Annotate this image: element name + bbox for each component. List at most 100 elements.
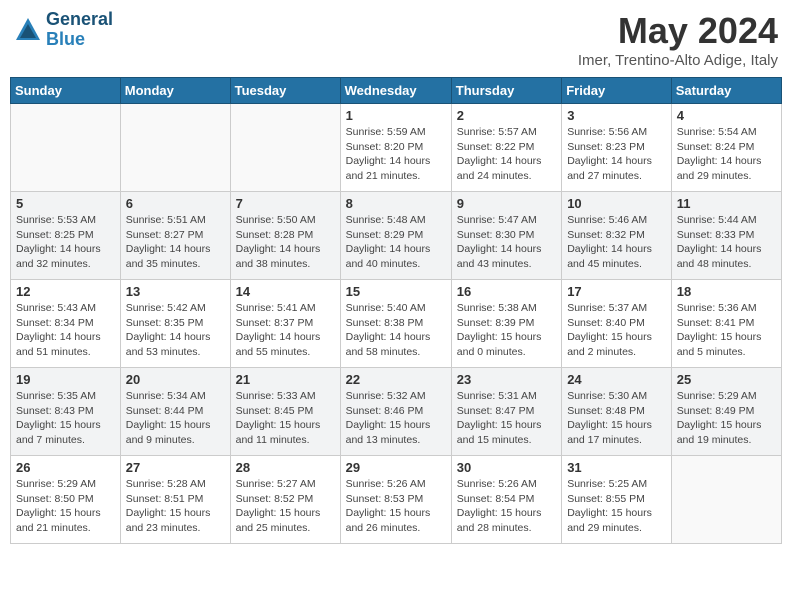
day-info: Sunrise: 5:27 AM Sunset: 8:52 PM Dayligh… [236,477,335,536]
calendar-cell: 8 Sunrise: 5:48 AM Sunset: 8:29 PM Daylig… [340,192,451,280]
day-info: Sunrise: 5:50 AM Sunset: 8:28 PM Dayligh… [236,213,335,272]
page-header: General Blue May 2024 Imer, Trentino-Alt… [10,10,782,69]
day-info: Sunrise: 5:48 AM Sunset: 8:29 PM Dayligh… [346,213,446,272]
calendar-cell: 12 Sunrise: 5:43 AM Sunset: 8:34 PM Dayli… [11,280,121,368]
day-info: Sunrise: 5:35 AM Sunset: 8:43 PM Dayligh… [16,389,115,448]
calendar-cell [11,104,121,192]
week-row-4: 19 Sunrise: 5:35 AM Sunset: 8:43 PM Dayli… [11,368,782,456]
day-number: 13 [126,284,225,299]
calendar-cell: 24Sunrise: 5:30 AM Sunset: 8:48 PM Dayli… [562,368,672,456]
month-title: May 2024 [578,10,778,52]
calendar-cell: 18 Sunrise: 5:36 AM Sunset: 8:41 PM Dayli… [671,280,781,368]
day-number: 8 [346,196,446,211]
calendar-cell: 25 Sunrise: 5:29 AM Sunset: 8:49 PM Dayli… [671,368,781,456]
day-info: Sunrise: 5:29 AM Sunset: 8:49 PM Dayligh… [677,389,776,448]
day-number: 2 [457,108,556,123]
calendar-cell: 13Sunrise: 5:42 AM Sunset: 8:35 PM Dayli… [120,280,230,368]
day-info: Sunrise: 5:30 AM Sunset: 8:48 PM Dayligh… [567,389,666,448]
calendar-cell: 11 Sunrise: 5:44 AM Sunset: 8:33 PM Dayli… [671,192,781,280]
day-number: 30 [457,460,556,475]
weekday-header-monday: Monday [120,78,230,104]
day-info: Sunrise: 5:43 AM Sunset: 8:34 PM Dayligh… [16,301,115,360]
calendar-cell: 20 Sunrise: 5:34 AM Sunset: 8:44 PM Dayli… [120,368,230,456]
day-number: 5 [16,196,115,211]
day-number: 31 [567,460,666,475]
day-number: 20 [126,372,225,387]
calendar-cell [671,456,781,544]
day-info: Sunrise: 5:26 AM Sunset: 8:54 PM Dayligh… [457,477,556,536]
day-info: Sunrise: 5:36 AM Sunset: 8:41 PM Dayligh… [677,301,776,360]
day-info: Sunrise: 5:59 AM Sunset: 8:20 PM Dayligh… [346,125,446,184]
calendar-cell: 30 Sunrise: 5:26 AM Sunset: 8:54 PM Dayli… [451,456,561,544]
day-number: 23 [457,372,556,387]
calendar-cell: 21 Sunrise: 5:33 AM Sunset: 8:45 PM Dayli… [230,368,340,456]
calendar-table: SundayMondayTuesdayWednesdayThursdayFrid… [10,77,782,544]
calendar-cell: 23 Sunrise: 5:31 AM Sunset: 8:47 PM Dayli… [451,368,561,456]
day-number: 15 [346,284,446,299]
day-number: 10 [567,196,666,211]
day-info: Sunrise: 5:31 AM Sunset: 8:47 PM Dayligh… [457,389,556,448]
day-info: Sunrise: 5:32 AM Sunset: 8:46 PM Dayligh… [346,389,446,448]
day-info: Sunrise: 5:40 AM Sunset: 8:38 PM Dayligh… [346,301,446,360]
day-info: Sunrise: 5:25 AM Sunset: 8:55 PM Dayligh… [567,477,666,536]
day-info: Sunrise: 5:47 AM Sunset: 8:30 PM Dayligh… [457,213,556,272]
day-info: Sunrise: 5:57 AM Sunset: 8:22 PM Dayligh… [457,125,556,184]
week-row-5: 26Sunrise: 5:29 AM Sunset: 8:50 PM Dayli… [11,456,782,544]
calendar-cell: 2 Sunrise: 5:57 AM Sunset: 8:22 PM Daylig… [451,104,561,192]
day-number: 14 [236,284,335,299]
day-number: 16 [457,284,556,299]
week-row-2: 5 Sunrise: 5:53 AM Sunset: 8:25 PM Daylig… [11,192,782,280]
day-info: Sunrise: 5:33 AM Sunset: 8:45 PM Dayligh… [236,389,335,448]
calendar-cell: 22Sunrise: 5:32 AM Sunset: 8:46 PM Dayli… [340,368,451,456]
day-number: 9 [457,196,556,211]
day-info: Sunrise: 5:54 AM Sunset: 8:24 PM Dayligh… [677,125,776,184]
calendar-cell [230,104,340,192]
day-number: 28 [236,460,335,475]
week-row-3: 12 Sunrise: 5:43 AM Sunset: 8:34 PM Dayli… [11,280,782,368]
calendar-cell: 15 Sunrise: 5:40 AM Sunset: 8:38 PM Dayli… [340,280,451,368]
day-number: 11 [677,196,776,211]
day-number: 3 [567,108,666,123]
logo: General Blue [14,10,113,50]
title-block: May 2024 Imer, Trentino-Alto Adige, Ital… [578,10,778,69]
day-number: 6 [126,196,225,211]
day-info: Sunrise: 5:53 AM Sunset: 8:25 PM Dayligh… [16,213,115,272]
calendar-cell: 19 Sunrise: 5:35 AM Sunset: 8:43 PM Dayli… [11,368,121,456]
day-number: 4 [677,108,776,123]
calendar-cell: 3 Sunrise: 5:56 AM Sunset: 8:23 PM Daylig… [562,104,672,192]
day-number: 19 [16,372,115,387]
day-info: Sunrise: 5:56 AM Sunset: 8:23 PM Dayligh… [567,125,666,184]
calendar-cell: 9 Sunrise: 5:47 AM Sunset: 8:30 PM Daylig… [451,192,561,280]
day-number: 17 [567,284,666,299]
day-number: 12 [16,284,115,299]
calendar-cell: 27 Sunrise: 5:28 AM Sunset: 8:51 PM Dayli… [120,456,230,544]
calendar-cell: 1Sunrise: 5:59 AM Sunset: 8:20 PM Daylig… [340,104,451,192]
calendar-cell: 29 Sunrise: 5:26 AM Sunset: 8:53 PM Dayli… [340,456,451,544]
day-number: 7 [236,196,335,211]
calendar-cell: 4 Sunrise: 5:54 AM Sunset: 8:24 PM Daylig… [671,104,781,192]
day-info: Sunrise: 5:28 AM Sunset: 8:51 PM Dayligh… [126,477,225,536]
weekday-header-friday: Friday [562,78,672,104]
day-number: 18 [677,284,776,299]
calendar-cell: 17 Sunrise: 5:37 AM Sunset: 8:40 PM Dayli… [562,280,672,368]
day-info: Sunrise: 5:41 AM Sunset: 8:37 PM Dayligh… [236,301,335,360]
day-info: Sunrise: 5:44 AM Sunset: 8:33 PM Dayligh… [677,213,776,272]
day-info: Sunrise: 5:26 AM Sunset: 8:53 PM Dayligh… [346,477,446,536]
weekday-header-sunday: Sunday [11,78,121,104]
calendar-cell: 6 Sunrise: 5:51 AM Sunset: 8:27 PM Daylig… [120,192,230,280]
calendar-cell: 16Sunrise: 5:38 AM Sunset: 8:39 PM Dayli… [451,280,561,368]
day-number: 29 [346,460,446,475]
day-info: Sunrise: 5:37 AM Sunset: 8:40 PM Dayligh… [567,301,666,360]
day-info: Sunrise: 5:46 AM Sunset: 8:32 PM Dayligh… [567,213,666,272]
weekday-header-wednesday: Wednesday [340,78,451,104]
calendar-cell: 10 Sunrise: 5:46 AM Sunset: 8:32 PM Dayli… [562,192,672,280]
weekday-header-thursday: Thursday [451,78,561,104]
day-info: Sunrise: 5:34 AM Sunset: 8:44 PM Dayligh… [126,389,225,448]
day-info: Sunrise: 5:51 AM Sunset: 8:27 PM Dayligh… [126,213,225,272]
day-number: 21 [236,372,335,387]
week-row-1: 1Sunrise: 5:59 AM Sunset: 8:20 PM Daylig… [11,104,782,192]
weekday-header-row: SundayMondayTuesdayWednesdayThursdayFrid… [11,78,782,104]
day-number: 25 [677,372,776,387]
day-number: 27 [126,460,225,475]
day-number: 26 [16,460,115,475]
